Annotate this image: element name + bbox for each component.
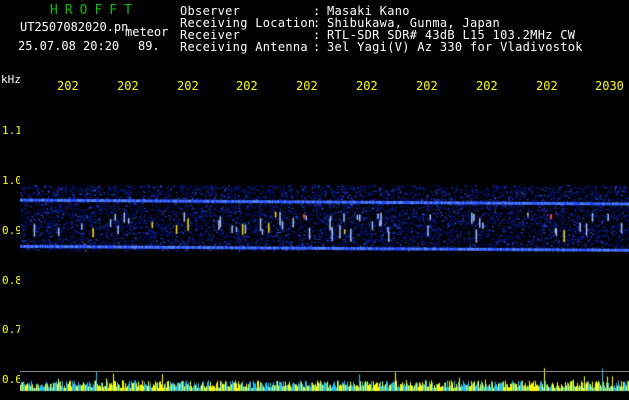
y-tick-label: 1.1 bbox=[2, 124, 22, 137]
file-name: UT2507082020.pn bbox=[20, 20, 129, 34]
x-tick-label: 202 bbox=[296, 79, 318, 93]
antenna-colon: : bbox=[313, 40, 321, 54]
y-tick-label: 0.6 bbox=[2, 373, 22, 386]
hrofft-logo: HROFFT bbox=[50, 3, 139, 18]
baseline-divider bbox=[20, 371, 629, 372]
y-tick-label: 0.8 bbox=[2, 274, 22, 287]
x-tick-label: 202 bbox=[476, 79, 498, 93]
antenna-value: 3el Yagi(V) Az 330 for Vladivostok bbox=[327, 40, 583, 54]
spectrogram bbox=[20, 92, 629, 392]
x-tick-label: 202 bbox=[57, 79, 79, 93]
y-tick-label: 0.9 bbox=[2, 224, 22, 237]
x-tick-label: 202 bbox=[177, 79, 199, 93]
x-tick-label: 202 bbox=[356, 79, 378, 93]
y-tick-label: 0.7 bbox=[2, 323, 22, 336]
x-tick-label: 202 bbox=[416, 79, 438, 93]
file-type: meteor bbox=[125, 25, 169, 39]
x-tick-label: 202 bbox=[536, 79, 558, 93]
x-tick-label: 202 bbox=[117, 79, 139, 93]
x-tick-label: 202 bbox=[236, 79, 258, 93]
datetime: 25.07.08 20:20 bbox=[18, 39, 120, 53]
unit-label: kHz bbox=[1, 73, 21, 86]
x-tick-label: 2030 bbox=[595, 79, 624, 93]
antenna-label: Receiving Antenna bbox=[180, 40, 308, 54]
y-tick-label: 1.0 bbox=[2, 174, 22, 187]
echo-count: 89. bbox=[138, 39, 160, 53]
